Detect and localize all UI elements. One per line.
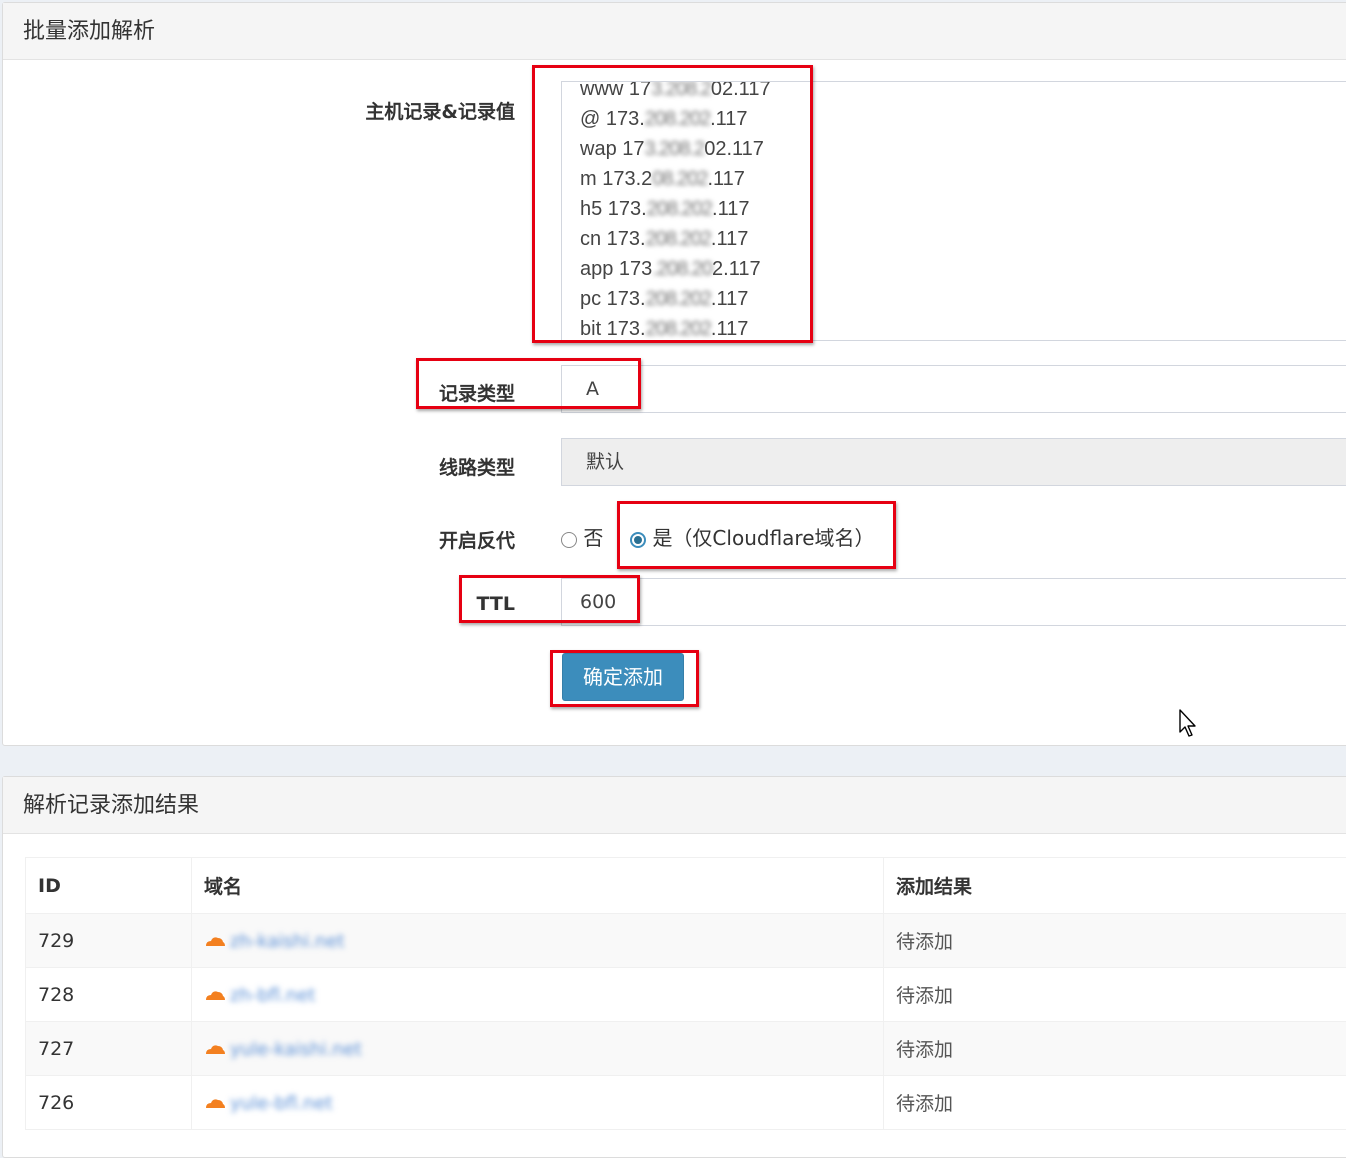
domain-link[interactable]: yule-kaishi.net — [230, 1039, 362, 1060]
table-row: 726 yule-bfl.net 待添加 — [26, 1076, 1346, 1130]
table-row: 729 zh-kaishi.net 待添加 — [26, 914, 1346, 968]
row-domain: zh-kaishi.net — [192, 914, 884, 968]
record-line-6: cn 173.208.202.117 — [580, 224, 771, 254]
proxy-no-text: 否 — [583, 526, 603, 550]
results-title: 解析记录添加结果 — [3, 777, 1346, 834]
row-id: 726 — [26, 1076, 192, 1130]
submit-button[interactable]: 确定添加 — [562, 653, 684, 701]
batch-add-panel: 批量添加解析 主机记录&记录值 www 173.208.202.117 @ 17… — [2, 2, 1346, 746]
record-type-label: 记录类型 — [215, 379, 515, 406]
row-status: 待添加 — [884, 968, 1346, 1022]
row-domain: yule-bfl.net — [192, 1076, 884, 1130]
table-row: 727 yule-kaishi.net 待添加 — [26, 1022, 1346, 1076]
results-panel: 解析记录添加结果 ID 域名 添加结果 729 zh-kaishi.net 待添… — [2, 776, 1346, 1158]
row-id: 728 — [26, 968, 192, 1022]
col-domain: 域名 — [192, 858, 884, 914]
table-row: 728 zh-bfl.net 待添加 — [26, 968, 1346, 1022]
record-line-8: pc 173.208.202.117 — [580, 284, 771, 314]
ttl-input[interactable]: 600 — [561, 578, 1346, 626]
line-type-select[interactable]: 默认 — [561, 438, 1346, 486]
row-id: 729 — [26, 914, 192, 968]
cloudflare-icon — [204, 935, 226, 947]
col-id: ID — [26, 858, 192, 914]
proxy-yes-radio[interactable] — [630, 532, 646, 548]
host-record-label: 主机记录&记录值 — [215, 97, 515, 124]
proxy-no-option[interactable]: 否 — [561, 526, 603, 550]
cloudflare-icon — [204, 989, 226, 1001]
domain-link[interactable]: zh-bfl.net — [230, 985, 315, 1006]
proxy-yes-option[interactable]: 是（仅Cloudflare域名） — [630, 526, 874, 550]
mouse-cursor-icon — [1178, 708, 1200, 738]
proxy-radio-group: 否 是（仅Cloudflare域名） — [561, 525, 875, 551]
line-type-label: 线路类型 — [215, 453, 515, 480]
proxy-yes-text: 是（仅Cloudflare域名） — [652, 526, 874, 550]
record-line-4: m 173.208.202.117 — [580, 164, 771, 194]
domain-link[interactable]: zh-kaishi.net — [230, 931, 345, 952]
row-id: 727 — [26, 1022, 192, 1076]
record-line-1: www 173.208.202.117 — [580, 81, 771, 104]
proxy-label: 开启反代 — [215, 526, 515, 553]
table-header-row: ID 域名 添加结果 — [26, 858, 1346, 914]
proxy-no-radio[interactable] — [561, 532, 577, 548]
record-line-5: h5 173.208.202.117 — [580, 194, 771, 224]
record-line-2: @ 173.208.202.117 — [580, 104, 771, 134]
results-table: ID 域名 添加结果 729 zh-kaishi.net 待添加 728 zh-… — [25, 857, 1346, 1130]
record-line-7: app 173.208.202.117 — [580, 254, 771, 284]
row-status: 待添加 — [884, 1076, 1346, 1130]
batch-add-title: 批量添加解析 — [3, 3, 1346, 60]
row-status: 待添加 — [884, 914, 1346, 968]
record-type-input[interactable]: A — [561, 365, 1346, 413]
host-records-textarea[interactable]: www 173.208.202.117 @ 173.208.202.117 wa… — [561, 81, 1346, 341]
col-status: 添加结果 — [884, 858, 1346, 914]
cloudflare-icon — [204, 1043, 226, 1055]
row-domain: yule-kaishi.net — [192, 1022, 884, 1076]
row-status: 待添加 — [884, 1022, 1346, 1076]
row-domain: zh-bfl.net — [192, 968, 884, 1022]
cloudflare-icon — [204, 1097, 226, 1109]
domain-link[interactable]: yule-bfl.net — [230, 1093, 333, 1114]
record-line-3: wap 173.208.202.117 — [580, 134, 771, 164]
record-line-9: bit 173.208.202.117 — [580, 314, 771, 341]
ttl-label: TTL — [215, 593, 515, 615]
